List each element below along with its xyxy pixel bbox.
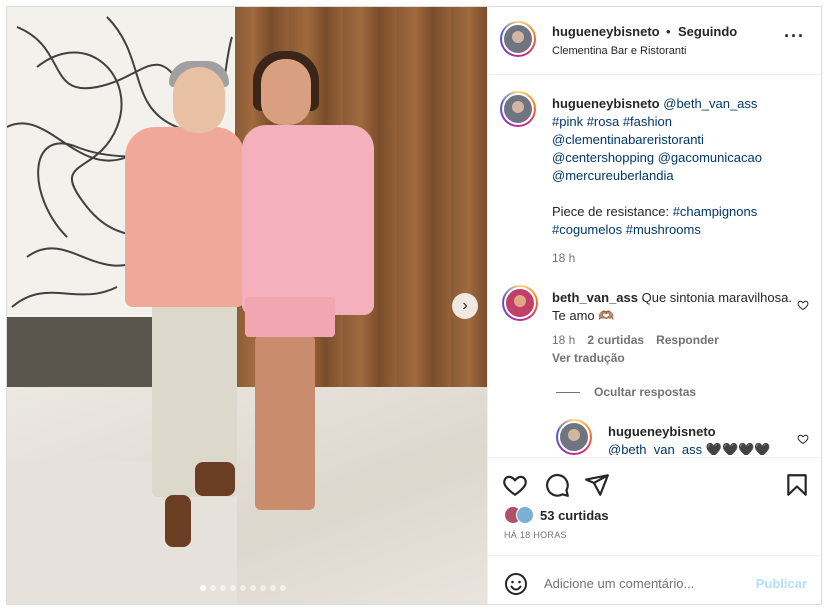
woman-pink-skirt <box>245 297 335 337</box>
comment-time: 18 h <box>552 333 576 347</box>
like-heart-icon[interactable] <box>502 472 528 498</box>
man-shoe-left <box>165 495 191 547</box>
see-translation-link[interactable]: Ver tradução <box>552 351 625 365</box>
reply-heart-icon[interactable] <box>797 433 809 445</box>
reply-body: 🖤🖤🖤🖤 <box>702 442 771 455</box>
post-photo: › <box>7 7 487 604</box>
liker-avatars <box>504 506 534 524</box>
caption-mention-1[interactable]: @beth_van_ass <box>663 96 757 111</box>
add-comment-bar: Publicar <box>488 555 821 604</box>
post-sidebar: hugueneybisneto • Seguindo Clementina Ba… <box>487 7 821 604</box>
publish-button[interactable]: Publicar <box>756 576 807 591</box>
post-timestamp: HÁ 18 HORAS <box>504 530 567 540</box>
reply-button[interactable]: Responder <box>656 333 719 347</box>
reply-mention[interactable]: @beth_van_ass <box>608 442 702 455</box>
man-shoe-right <box>195 462 235 496</box>
commenter-username[interactable]: beth_van_ass <box>552 290 638 305</box>
carousel-dot <box>220 585 226 591</box>
share-send-icon[interactable] <box>584 472 610 498</box>
man-pink-jacket <box>125 127 245 307</box>
carousel-dot <box>230 585 236 591</box>
comment-meta: 18 h 2 curtidas Responder <box>552 333 719 347</box>
carousel-dot <box>270 585 276 591</box>
comment-text: beth_van_ass Que sintonia maravilhosa. T… <box>552 289 797 325</box>
carousel-dot <box>250 585 256 591</box>
reply-username[interactable]: hugueneybisneto <box>608 424 716 439</box>
comment-likes[interactable]: 2 curtidas <box>587 333 644 347</box>
author-avatar[interactable] <box>500 21 536 57</box>
post-header: hugueneybisneto • Seguindo Clementina Ba… <box>488 7 821 75</box>
author-username[interactable]: hugueneybisneto <box>552 24 660 39</box>
likes-row: 53 curtidas <box>504 506 609 524</box>
carousel-dot <box>280 585 286 591</box>
caption-mention-4[interactable]: @mercureuberlandia <box>552 168 674 183</box>
comments-section[interactable]: hugueneybisneto @beth_van_ass #pink #ros… <box>488 75 821 455</box>
comment-heart-icon[interactable] <box>797 299 809 311</box>
comment-input[interactable] <box>544 570 744 596</box>
post-modal: › hugueneybisneto • Seguindo Clementina … <box>6 6 822 605</box>
carousel-dot <box>210 585 216 591</box>
location-link[interactable]: Clementina Bar e Ristoranti <box>552 45 687 57</box>
carousel-dot <box>200 585 206 591</box>
hide-replies-button[interactable]: Ocultar respostas <box>556 385 696 399</box>
caption-hashtags[interactable]: #pink #rosa #fashion <box>552 114 672 129</box>
woman-pink-blazer <box>242 125 374 315</box>
hide-replies-line <box>556 391 580 393</box>
hide-replies-label: Ocultar respostas <box>594 385 697 399</box>
caption-mention-3[interactable]: @centershopping @gacomunicacao <box>552 150 762 165</box>
next-slide-button[interactable]: › <box>452 293 478 319</box>
more-horizontal-icon[interactable]: ··· <box>784 27 805 45</box>
carousel-dot <box>260 585 266 591</box>
caption-time: 18 h <box>552 251 576 265</box>
caption-username[interactable]: hugueneybisneto <box>552 96 660 111</box>
header-separator: • <box>666 24 671 39</box>
following-button[interactable]: Seguindo <box>678 24 737 39</box>
bookmark-icon[interactable] <box>784 472 810 498</box>
woman-face <box>261 59 311 125</box>
caption-text: hugueneybisneto @beth_van_ass #pink #ros… <box>552 95 812 239</box>
carousel-dots <box>200 585 286 591</box>
carousel-dot <box>240 585 246 591</box>
caption-author-avatar[interactable] <box>500 91 536 127</box>
reply-text: hugueneybisneto @beth_van_ass 🖤🖤🖤🖤 <box>608 423 798 455</box>
chevron-right-icon: › <box>462 297 468 314</box>
emoji-icon[interactable] <box>504 572 528 596</box>
man-face <box>173 67 225 133</box>
comment-bubble-icon[interactable] <box>544 472 570 498</box>
reply-author-avatar[interactable] <box>556 419 592 455</box>
woman-legs <box>255 335 315 510</box>
caption-piece-text: Piece de resistance: <box>552 204 673 219</box>
post-actions: 53 curtidas HÁ 18 HORAS <box>488 457 821 555</box>
commenter-avatar[interactable] <box>502 285 538 321</box>
likes-count[interactable]: 53 curtidas <box>540 508 609 523</box>
caption-mention-2[interactable]: @clementinabareristoranti <box>552 132 704 147</box>
caption-piece-tags-2[interactable]: #cogumelos #mushrooms <box>552 222 701 237</box>
liker-avatar-2 <box>516 506 534 524</box>
caption-piece-tag[interactable]: #champignons <box>673 204 758 219</box>
